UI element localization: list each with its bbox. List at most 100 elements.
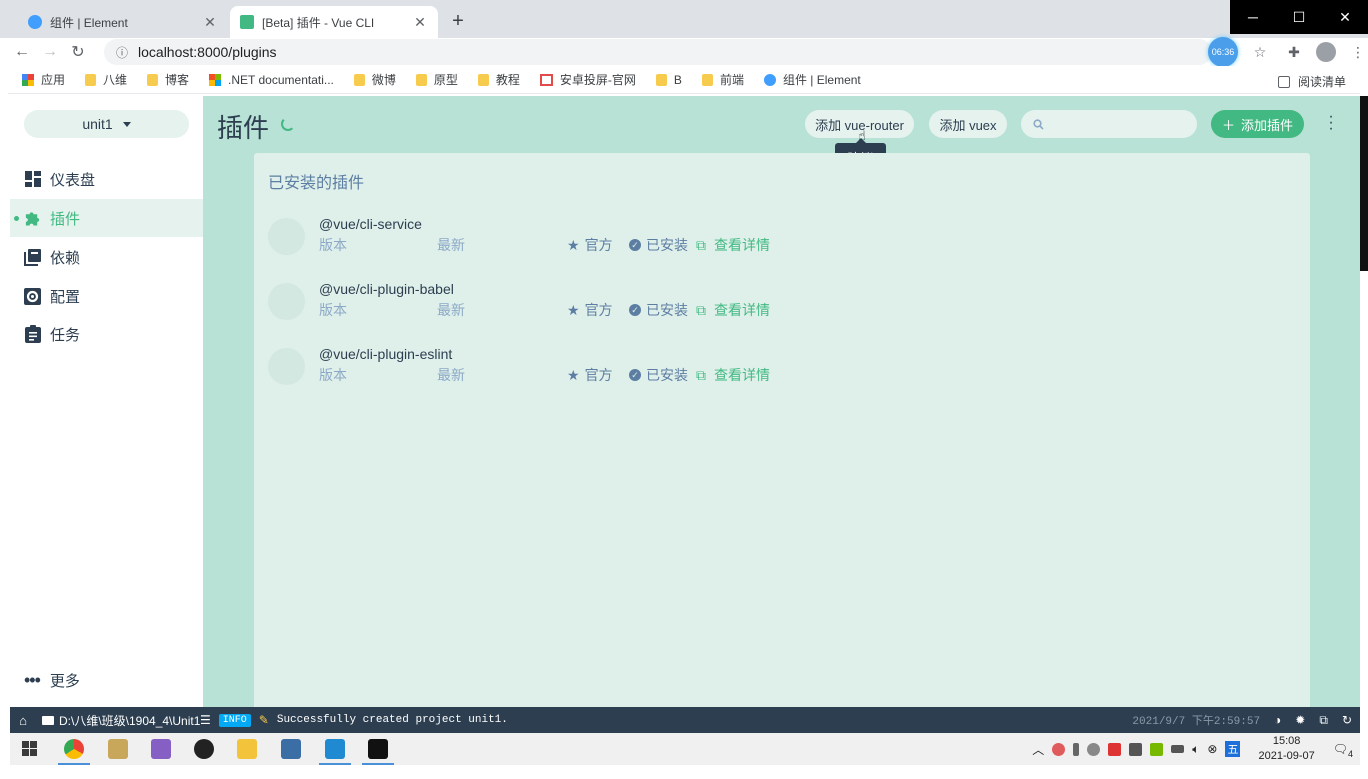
timer-badge[interactable]: 06:36 — [1208, 37, 1238, 67]
star-icon: ★ — [567, 366, 580, 383]
plugin-latest: 最新 — [437, 302, 465, 318]
installed-label: 已安装 — [646, 237, 688, 253]
bookmark-label: 组件 | Element — [782, 73, 861, 87]
bookmark-dotnet[interactable]: .NET documentati... — [209, 73, 334, 87]
bookmark-star-icon[interactable]: ☆ — [1248, 44, 1272, 61]
plugin-version: 版本 — [319, 367, 347, 383]
chevron-up-icon[interactable]: ︿ — [1032, 741, 1044, 758]
view-details-link[interactable]: ⧉ 查看详情 — [696, 235, 770, 255]
assignment-icon — [24, 325, 41, 343]
taskbar-clock[interactable]: 15:08 2021-09-07 — [1258, 734, 1314, 764]
bookmark-folder[interactable]: 微博 — [353, 71, 396, 88]
browser-menu-icon[interactable]: ⋮ — [1346, 44, 1368, 61]
installed-badge: ✓ 已安装 — [629, 235, 688, 255]
tray-app-icon[interactable] — [1087, 742, 1101, 756]
sidebar-item-plugins[interactable]: 插件 — [10, 199, 203, 237]
translate-icon[interactable]: ⧉ — [1319, 713, 1328, 728]
microphone-icon[interactable] — [1073, 742, 1080, 756]
volume-icon[interactable]: 🔈︎ — [1192, 742, 1199, 757]
bookmark-folder[interactable]: 博客 — [147, 71, 189, 88]
tab-element[interactable]: 组件 | Element ✕ — [18, 6, 228, 38]
sidebar-item-dependencies[interactable]: 依赖 — [10, 238, 203, 276]
maximize-icon[interactable]: ☐ — [1276, 0, 1322, 34]
reload-icon[interactable]: ↻ — [64, 42, 92, 62]
puzzle-icon — [24, 210, 41, 227]
ime-indicator[interactable]: 五 — [1225, 741, 1241, 757]
sidebar-item-tasks[interactable]: 任务 — [10, 315, 203, 353]
official-badge: ★ 官方 — [567, 235, 613, 255]
taskbar-file-explorer[interactable] — [227, 733, 267, 765]
new-tab-button[interactable]: + — [448, 10, 468, 33]
folder-icon — [237, 739, 257, 759]
extensions-icon[interactable]: ✚ — [1282, 44, 1306, 61]
taskbar-visual-studio[interactable] — [141, 733, 181, 765]
tray-app-icon[interactable] — [1052, 742, 1066, 756]
bookmark-folder[interactable]: B — [655, 73, 682, 87]
bookmark-label: 应用 — [41, 73, 66, 87]
dark-mode-icon[interactable]: ◑ — [1274, 713, 1281, 727]
element-favicon-icon — [28, 15, 42, 29]
taskbar-chrome[interactable] — [54, 733, 94, 765]
taskbar-vscode[interactable] — [315, 733, 355, 765]
star-icon: ★ — [567, 301, 580, 318]
refresh-icon[interactable]: ↻ — [1342, 713, 1352, 727]
minimize-icon[interactable]: ─ — [1230, 0, 1276, 34]
bookmark-folder[interactable]: 原型 — [415, 71, 458, 88]
bookmark-apps[interactable]: 应用 — [22, 71, 65, 88]
back-icon[interactable]: ← — [8, 43, 36, 61]
tab-vue-cli[interactable]: [Beta] 插件 - Vue CLI ✕ — [230, 6, 438, 38]
red-screen-icon — [539, 73, 553, 86]
bookmark-label: .NET documentati... — [228, 72, 334, 87]
sidebar-item-configuration[interactable]: 配置 — [10, 277, 203, 315]
log-message: Successfully created project unit1. — [276, 714, 508, 726]
plugin-item: @vue/cli-plugin-eslint 版本 最新 ★ 官方 ✓ 已安装 ⧉ 查… — [268, 342, 868, 390]
home-icon[interactable]: ⌂ — [10, 713, 36, 728]
bookmark-element[interactable]: 组件 | Element — [763, 71, 861, 88]
plugin-name: @vue/cli-service — [319, 216, 422, 232]
search-input[interactable] — [1052, 116, 1192, 132]
tab-title: [Beta] 插件 - Vue CLI — [262, 15, 375, 30]
taskbar-tools[interactable] — [98, 733, 138, 765]
taskbar-remote-desktop[interactable] — [271, 733, 311, 765]
view-details-link[interactable]: ⧉ 查看详情 — [696, 365, 770, 385]
nvidia-icon[interactable] — [1150, 742, 1164, 756]
windows-start-icon[interactable] — [22, 741, 37, 756]
folder-icon — [147, 73, 159, 86]
log-output[interactable]: ☰ INFO ✎ Successfully created project un… — [200, 707, 508, 733]
notification-count: 4 — [1347, 749, 1353, 759]
network-off-icon[interactable]: ⊗ — [1207, 742, 1217, 756]
bug-icon[interactable]: ✹ — [1295, 713, 1305, 727]
bookmark-folder[interactable]: 八维 — [85, 71, 127, 88]
battery-icon[interactable] — [1171, 745, 1185, 753]
plugin-search[interactable] — [1021, 110, 1197, 138]
taskbar-terminal[interactable] — [358, 733, 398, 765]
sidebar-item-dashboard[interactable]: 仪表盘 — [10, 160, 203, 198]
forward-icon[interactable]: → — [36, 43, 64, 61]
bookmark-folder[interactable]: 前端 — [701, 71, 744, 88]
plugin-logo — [268, 348, 305, 385]
reading-list[interactable]: 阅读清单 — [1277, 73, 1346, 90]
add-vuex-button[interactable]: 添加 vuex — [929, 110, 1007, 138]
tab-close-icon[interactable]: ✕ — [412, 14, 428, 31]
profile-avatar-icon[interactable] — [1316, 42, 1336, 62]
more-button[interactable]: ••• 更多 — [24, 670, 80, 691]
info-icon[interactable]: ⓘ — [116, 44, 128, 61]
taskbar-qq[interactable] — [184, 733, 224, 765]
add-plugin-button[interactable]: ＋ 添加插件 — [1211, 110, 1304, 138]
close-window-icon[interactable]: ✕ — [1322, 0, 1368, 34]
tray-app-icon[interactable] — [1108, 742, 1122, 756]
details-label: 查看详情 — [714, 302, 770, 318]
more-horiz-icon: ••• — [24, 670, 41, 690]
address-bar[interactable]: ⓘ localhost:8000/plugins — [104, 39, 1212, 65]
view-details-link[interactable]: ⧉ 查看详情 — [696, 300, 770, 320]
project-select[interactable]: unit1 — [24, 110, 189, 138]
tab-close-icon[interactable]: ✕ — [202, 14, 218, 31]
display-icon[interactable] — [1129, 742, 1143, 756]
more-vert-icon[interactable]: · · · — [1326, 109, 1336, 137]
log-icon: ☰ — [200, 713, 211, 727]
notifications-icon[interactable]: 🗨︎ 4 — [1333, 742, 1353, 759]
current-path[interactable]: D:\八维\班级\1904_4\Unit1 — [42, 712, 200, 729]
sidebar-item-label: 任务 — [50, 326, 81, 344]
bookmark-folder[interactable]: 教程 — [477, 71, 520, 88]
bookmark-android[interactable]: 安卓投屏-官网 — [539, 71, 636, 88]
